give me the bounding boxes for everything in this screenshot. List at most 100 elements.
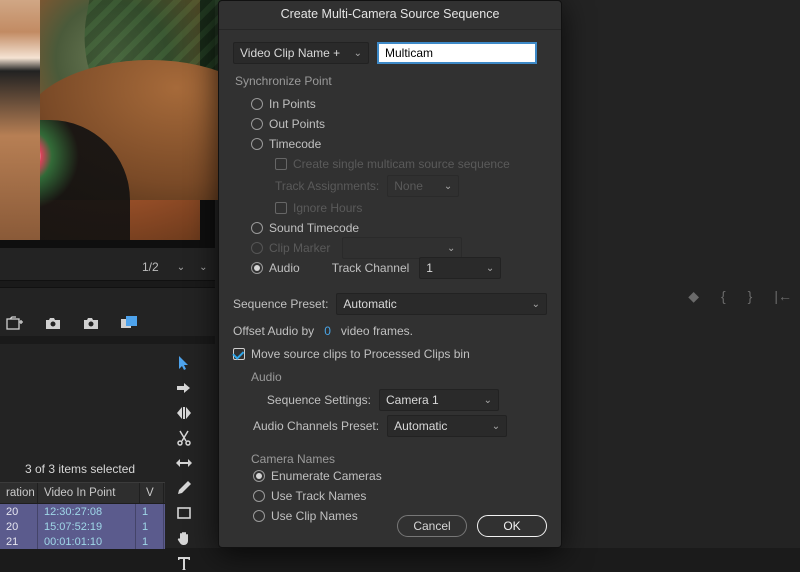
check-ignore-hours: Ignore Hours bbox=[275, 198, 547, 218]
radio-label: Use Clip Names bbox=[271, 509, 358, 523]
track-assignments-value: None bbox=[394, 179, 423, 193]
editor-background: 1/2 ⌄ ⌄ 3 of 3 items selected ration Vid… bbox=[0, 0, 800, 548]
cell-v: 1 bbox=[136, 504, 164, 519]
chevron-down-icon: ⌄ bbox=[486, 263, 494, 274]
table-row[interactable]: 20 15:07:52:19 1 bbox=[0, 519, 165, 534]
col-duration[interactable]: ration bbox=[0, 483, 38, 503]
radio-in-points[interactable]: In Points bbox=[251, 94, 547, 114]
audio-channels-dropdown[interactable]: Automatic ⌄ bbox=[387, 415, 507, 437]
timeline-tool-strip bbox=[170, 352, 198, 572]
zoom-value: 1/2 bbox=[142, 260, 159, 274]
radio-label: Out Points bbox=[269, 117, 325, 131]
cancel-button[interactable]: Cancel bbox=[397, 515, 467, 537]
type-tool-icon[interactable] bbox=[174, 554, 194, 572]
cell-duration: 20 bbox=[0, 519, 38, 534]
radio-label: In Points bbox=[269, 97, 316, 111]
radio-audio[interactable]: Audio Track Channel 1 ⌄ bbox=[251, 258, 547, 278]
overlay-icon[interactable] bbox=[120, 316, 138, 330]
radio-icon bbox=[253, 470, 265, 482]
chevron-down-icon: ⌄ bbox=[177, 262, 185, 273]
cell-v: 1 bbox=[136, 519, 164, 534]
cell-video-in: 00:01:01:10 bbox=[38, 534, 136, 549]
sequence-preset-label: Sequence Preset: bbox=[233, 297, 328, 311]
sequence-name-input[interactable] bbox=[377, 42, 537, 64]
radio-icon bbox=[251, 222, 263, 234]
track-channel-dropdown[interactable]: 1 ⌄ bbox=[419, 257, 501, 279]
table-row[interactable]: 20 12:30:27:08 1 bbox=[0, 504, 165, 519]
project-table-header: ration Video In Point V bbox=[0, 482, 165, 504]
audio-group-title: Audio bbox=[251, 370, 547, 384]
checkbox-icon bbox=[275, 158, 287, 170]
radio-label: Sound Timecode bbox=[269, 221, 359, 235]
radio-icon bbox=[251, 242, 263, 254]
sequence-preset-dropdown[interactable]: Automatic ⌄ bbox=[336, 293, 547, 315]
ok-button[interactable]: OK bbox=[477, 515, 547, 537]
selection-count: 3 of 3 items selected bbox=[25, 462, 135, 476]
arrow-left-icon[interactable]: |← bbox=[774, 288, 792, 305]
radio-timecode[interactable]: Timecode bbox=[251, 134, 547, 154]
sync-group-title: Synchronize Point bbox=[235, 74, 547, 88]
radio-icon bbox=[253, 490, 265, 502]
radio-icon bbox=[251, 118, 263, 130]
cell-video-in: 12:30:27:08 bbox=[38, 504, 136, 519]
sequence-settings-dropdown[interactable]: Camera 1 ⌄ bbox=[379, 389, 499, 411]
program-monitor bbox=[0, 0, 215, 248]
rectangle-tool-icon[interactable] bbox=[174, 504, 194, 522]
radio-label: Use Track Names bbox=[271, 489, 366, 503]
slip-tool-icon[interactable] bbox=[174, 454, 194, 472]
track-channel-label: Track Channel bbox=[332, 261, 410, 275]
ripple-edit-tool-icon[interactable] bbox=[174, 404, 194, 422]
track-select-tool-icon[interactable] bbox=[174, 379, 194, 397]
chevron-down-icon[interactable]: ⌄ bbox=[199, 262, 207, 273]
radio-label: Timecode bbox=[269, 137, 321, 151]
table-row[interactable]: 21 00:01:01:10 1 bbox=[0, 534, 165, 549]
offset-audio-value[interactable]: 0 bbox=[324, 324, 331, 338]
cell-duration: 20 bbox=[0, 504, 38, 519]
chevron-down-icon: ⌄ bbox=[444, 181, 452, 192]
export-frame-icon[interactable] bbox=[6, 316, 24, 330]
cell-duration: 21 bbox=[0, 534, 38, 549]
cell-video-in: 15:07:52:19 bbox=[38, 519, 136, 534]
project-table-body: 20 12:30:27:08 1 20 15:07:52:19 1 21 00:… bbox=[0, 504, 165, 549]
radio-clip-marker: Clip Marker ⌄ bbox=[251, 238, 547, 258]
chevron-down-icon: ⌄ bbox=[492, 421, 500, 432]
chevron-down-icon: ⌄ bbox=[354, 48, 362, 59]
check-label: Ignore Hours bbox=[293, 201, 362, 215]
radio-icon bbox=[251, 98, 263, 110]
radio-icon bbox=[251, 262, 263, 274]
check-move-clips[interactable]: Move source clips to Processed Clips bin bbox=[233, 344, 547, 364]
track-assignments-dropdown: None ⌄ bbox=[387, 175, 459, 197]
dialog-title: Create Multi-Camera Source Sequence bbox=[219, 1, 561, 30]
radio-sound-timecode[interactable]: Sound Timecode bbox=[251, 218, 547, 238]
chevron-down-icon: ⌄ bbox=[484, 395, 492, 406]
radio-out-points[interactable]: Out Points bbox=[251, 114, 547, 134]
col-video-in[interactable]: Video In Point bbox=[38, 483, 140, 503]
sequence-settings-value: Camera 1 bbox=[386, 393, 439, 407]
audio-channels-label: Audio Channels Preset: bbox=[253, 419, 379, 433]
radio-enumerate-cameras[interactable]: Enumerate Cameras bbox=[253, 466, 547, 486]
clip-marker-dropdown: ⌄ bbox=[342, 237, 462, 259]
sequence-settings-label: Sequence Settings: bbox=[253, 393, 371, 407]
razor-tool-icon[interactable] bbox=[174, 429, 194, 447]
selection-tool-icon[interactable] bbox=[174, 354, 194, 372]
col-v[interactable]: V bbox=[140, 483, 164, 503]
chevron-down-icon: ⌄ bbox=[447, 243, 455, 254]
multicam-dialog: Create Multi-Camera Source Sequence Vide… bbox=[218, 0, 562, 548]
preview-thumbnail bbox=[0, 0, 200, 240]
bracket-open-icon[interactable]: { bbox=[721, 288, 726, 305]
pen-tool-icon[interactable] bbox=[174, 479, 194, 497]
checkbox-icon bbox=[233, 348, 245, 360]
camera-icon[interactable] bbox=[82, 316, 100, 330]
marker-icon[interactable]: ◆ bbox=[688, 288, 699, 305]
panel-divider[interactable] bbox=[0, 280, 215, 288]
zoom-dropdown[interactable]: 1/2 ⌄ bbox=[138, 258, 189, 276]
radio-label: Audio bbox=[269, 261, 300, 275]
radio-use-track-names[interactable]: Use Track Names bbox=[253, 486, 547, 506]
clip-name-dropdown[interactable]: Video Clip Name + ⌄ bbox=[233, 42, 369, 64]
camera-icon[interactable] bbox=[44, 316, 62, 330]
check-label: Create single multicam source sequence bbox=[293, 157, 510, 171]
monitor-toolbar bbox=[6, 316, 138, 330]
bracket-close-icon[interactable]: } bbox=[748, 288, 753, 305]
panel-divider[interactable] bbox=[0, 336, 215, 344]
hand-tool-icon[interactable] bbox=[174, 529, 194, 547]
